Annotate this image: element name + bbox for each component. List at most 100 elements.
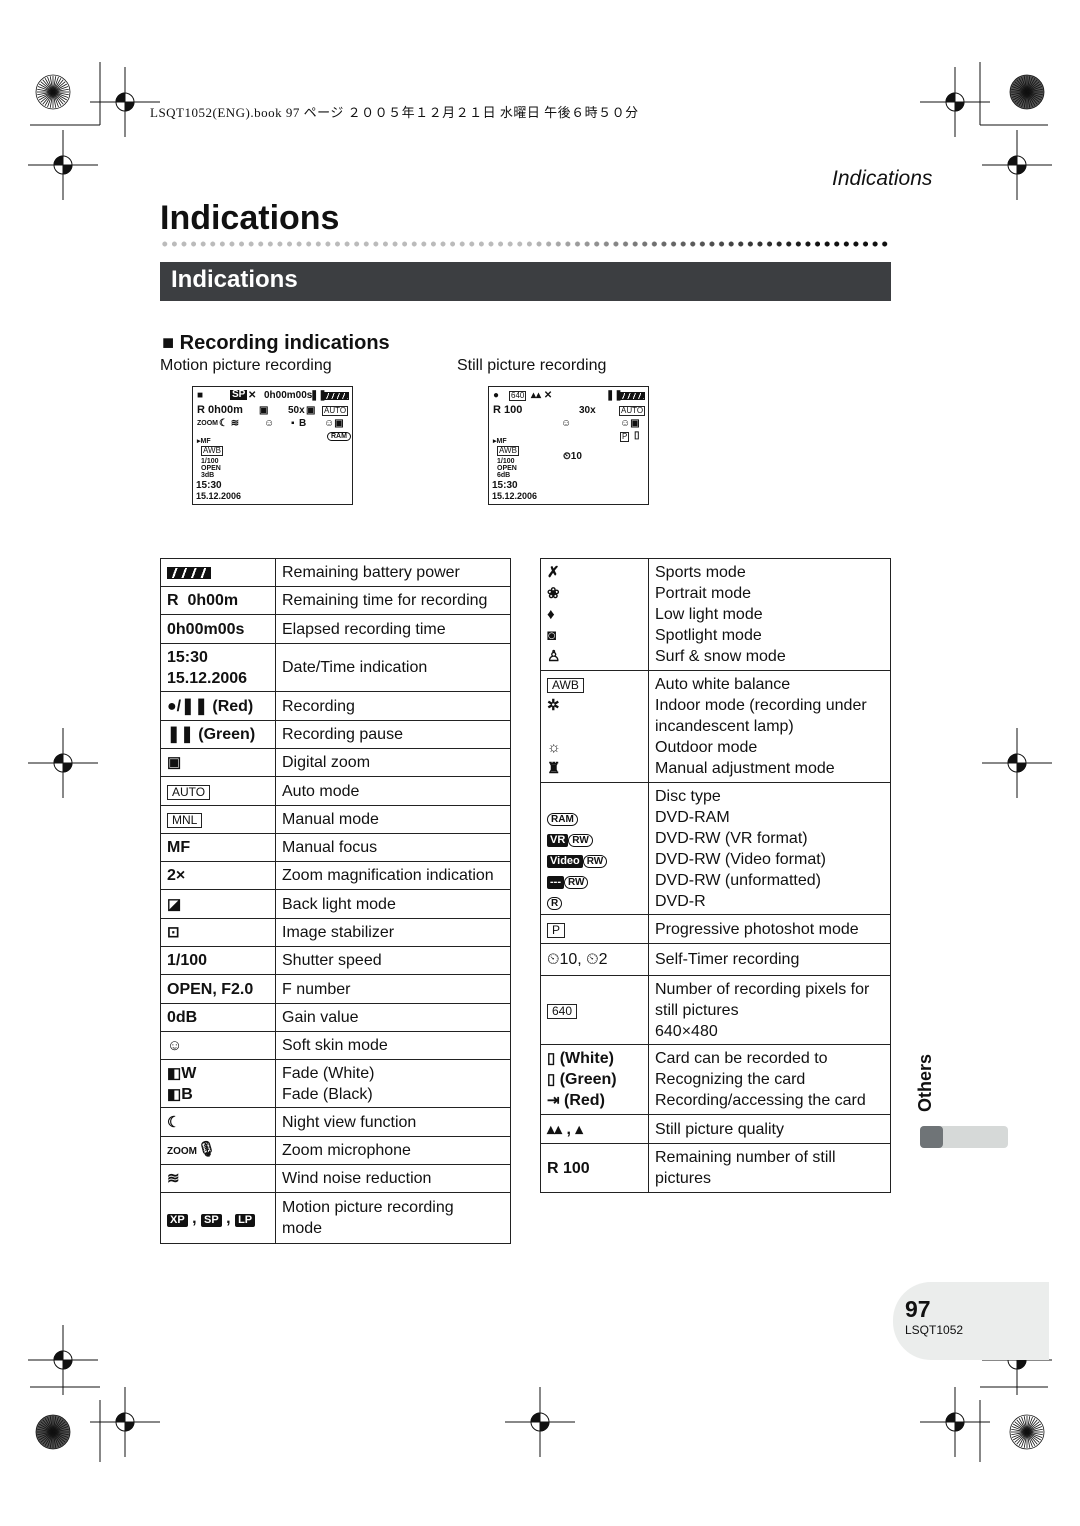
- mode-badge: SP: [230, 389, 248, 400]
- soft-skin-icon: ☺: [561, 418, 572, 429]
- description-line: Recording/accessing the card: [655, 1092, 866, 1109]
- registration-mark: [982, 130, 1052, 200]
- boxed-indicator: MNL: [167, 813, 203, 828]
- description-cell: Digital zoom: [275, 748, 511, 777]
- fade: B: [299, 418, 307, 429]
- awb: AWB: [497, 446, 519, 456]
- backlight-icon: ☺▣: [324, 418, 344, 429]
- boxed-indicator: AUTO: [167, 784, 211, 800]
- auto: AUTO: [619, 406, 646, 416]
- indicator-cell: ❚❚ (Green): [160, 720, 276, 749]
- table-row: R 100 Remaining number of still pictures: [540, 1143, 891, 1193]
- indicator-cell: [160, 558, 276, 587]
- description-cell: Number of recording pixels for still pict…: [648, 975, 891, 1045]
- disc-indicator: R: [547, 896, 563, 910]
- description-line: Disc type: [655, 787, 721, 805]
- page-title: Indications: [160, 199, 340, 237]
- description-line: DVD-RW (Video format): [655, 850, 826, 868]
- indicator-text: ,: [187, 1209, 202, 1227]
- microphone-icon: 🎙: [197, 1141, 217, 1158]
- description-line: Manual focus: [282, 839, 378, 856]
- description-cell: Auto white balance Indoor mode (recording…: [648, 670, 891, 783]
- table-row: OPEN, F2.0 F number: [160, 974, 511, 1004]
- gain: 6dB: [497, 472, 511, 479]
- card-access-icon: ⇥: [547, 1092, 560, 1109]
- description-line: Auto mode: [282, 782, 360, 800]
- description-cell: Recording pause: [275, 720, 511, 749]
- indicator-cell: ▯ (White) ▯ (Green) ⇥ (Red): [540, 1044, 649, 1115]
- table-row: R 0h00m Remaining time for recording: [160, 586, 511, 615]
- indicator-text: 15.12.2006: [167, 669, 248, 687]
- table-row: ▯ (White) ▯ (Green) ⇥ (Red) Card can be rec…: [540, 1044, 891, 1115]
- badge-indicator: ---: [547, 875, 564, 889]
- indicator-text: (Red): [559, 1092, 605, 1109]
- backlight-icon: ☺▣: [620, 418, 640, 429]
- indicator-text: 0dB: [167, 1009, 198, 1026]
- disc-indicator: RW: [582, 854, 608, 868]
- description-cell: Zoom microphone: [275, 1136, 511, 1165]
- right-indications-table: ✗ ❀ ♦ ◙ ♙ Sports mode Portrait mode Low light m…: [540, 558, 891, 1193]
- indicator-text: ❚❚ (Green): [167, 726, 256, 743]
- fade-icon: ▪: [291, 418, 295, 429]
- disc-indicator: RW: [564, 875, 589, 889]
- indicator-cell: AWB ✲ ☼ ♜: [540, 670, 649, 783]
- description-line: Gain value: [282, 1009, 359, 1026]
- description-cell: Auto mode: [275, 776, 511, 806]
- description-cell: Sports mode Portrait mode Low light mode Sp…: [648, 558, 891, 671]
- indicator-cell: ✗ ❀ ♦ ◙ ♙: [540, 558, 649, 671]
- description-cell: Zoom magnification indication: [275, 861, 511, 890]
- badge-indicator: Video: [547, 854, 583, 868]
- description-line: Indoor mode (recording under: [655, 697, 867, 714]
- card-icon: ▯: [634, 430, 640, 441]
- table-row: ⊡ Image stabilizer: [160, 918, 511, 947]
- table-row: 0h00m00s Elapsed recording time: [160, 614, 511, 644]
- description-line: Motion picture recording: [282, 1199, 454, 1216]
- left-indications-table: Remaining battery power R 0h00m Remaining …: [160, 558, 511, 1244]
- remaining: R 0h00m: [197, 404, 243, 416]
- description-line: Sports mode: [655, 564, 746, 581]
- indicator-text: 2×: [167, 867, 186, 884]
- table-row: 15:30 15.12.2006 Date/Time indication: [160, 643, 511, 692]
- indicator-cell: 0h00m00s: [160, 614, 276, 644]
- date: 15.12.2006: [196, 491, 242, 501]
- battery-icon: [619, 392, 645, 400]
- quality-sports-icons: ▴▴ ✕: [531, 390, 553, 401]
- description-cell: Remaining time for recording: [275, 586, 511, 615]
- indicator-text: 15:30: [167, 648, 208, 666]
- description-line: Date/Time indication: [282, 659, 428, 676]
- indicator-text: W: [181, 1064, 197, 1082]
- manual-white-balance-icon: ♜: [547, 760, 561, 777]
- disc-icon: RAM: [327, 432, 351, 441]
- night-wind-icons: ☾ ≋: [219, 418, 240, 429]
- description-line: Auto white balance: [655, 676, 791, 693]
- quality-normal-icon: ▴: [575, 1120, 583, 1138]
- indicator-cell: ≋: [160, 1164, 276, 1193]
- stabilizer-icon: ▣: [306, 405, 316, 416]
- surf-snow-icon: ♙: [547, 648, 561, 665]
- description-line: Low light mode: [655, 606, 763, 623]
- sports-icon: ✕: [248, 390, 257, 401]
- indicator-text: (White): [555, 1050, 614, 1067]
- table-row: MF Manual focus: [160, 833, 511, 862]
- registration-mark: [28, 1325, 98, 1395]
- description-cell: Recording: [275, 691, 511, 721]
- description-line: Portrait mode: [655, 585, 752, 602]
- description-line: Recognizing the card: [655, 1071, 806, 1088]
- sunburst-mark: [1009, 1414, 1045, 1450]
- description-line: Zoom microphone: [282, 1142, 411, 1159]
- badge-indicator: XP: [167, 1213, 188, 1227]
- description-cell: Back light mode: [275, 889, 511, 919]
- table-row: ☺ Soft skin mode: [160, 1031, 511, 1060]
- indicator-cell: 640: [540, 975, 649, 1045]
- battery-icon: [167, 564, 211, 581]
- indicator-cell: ●/❚❚ (Red): [160, 691, 276, 721]
- back-light-icon: ◪: [167, 895, 182, 913]
- table-row: 640 Number of recording pixels for still p…: [540, 975, 891, 1045]
- description-cell: Remaining battery power: [275, 558, 511, 587]
- mf: ▸MF: [197, 438, 211, 445]
- indicator-text: ,: [221, 1209, 236, 1227]
- elapsed: 0h00m00s: [264, 390, 313, 401]
- shutter: 1/100: [497, 458, 515, 465]
- description-line: DVD-RAM: [655, 808, 730, 826]
- indicator-cell: 2×: [160, 861, 276, 890]
